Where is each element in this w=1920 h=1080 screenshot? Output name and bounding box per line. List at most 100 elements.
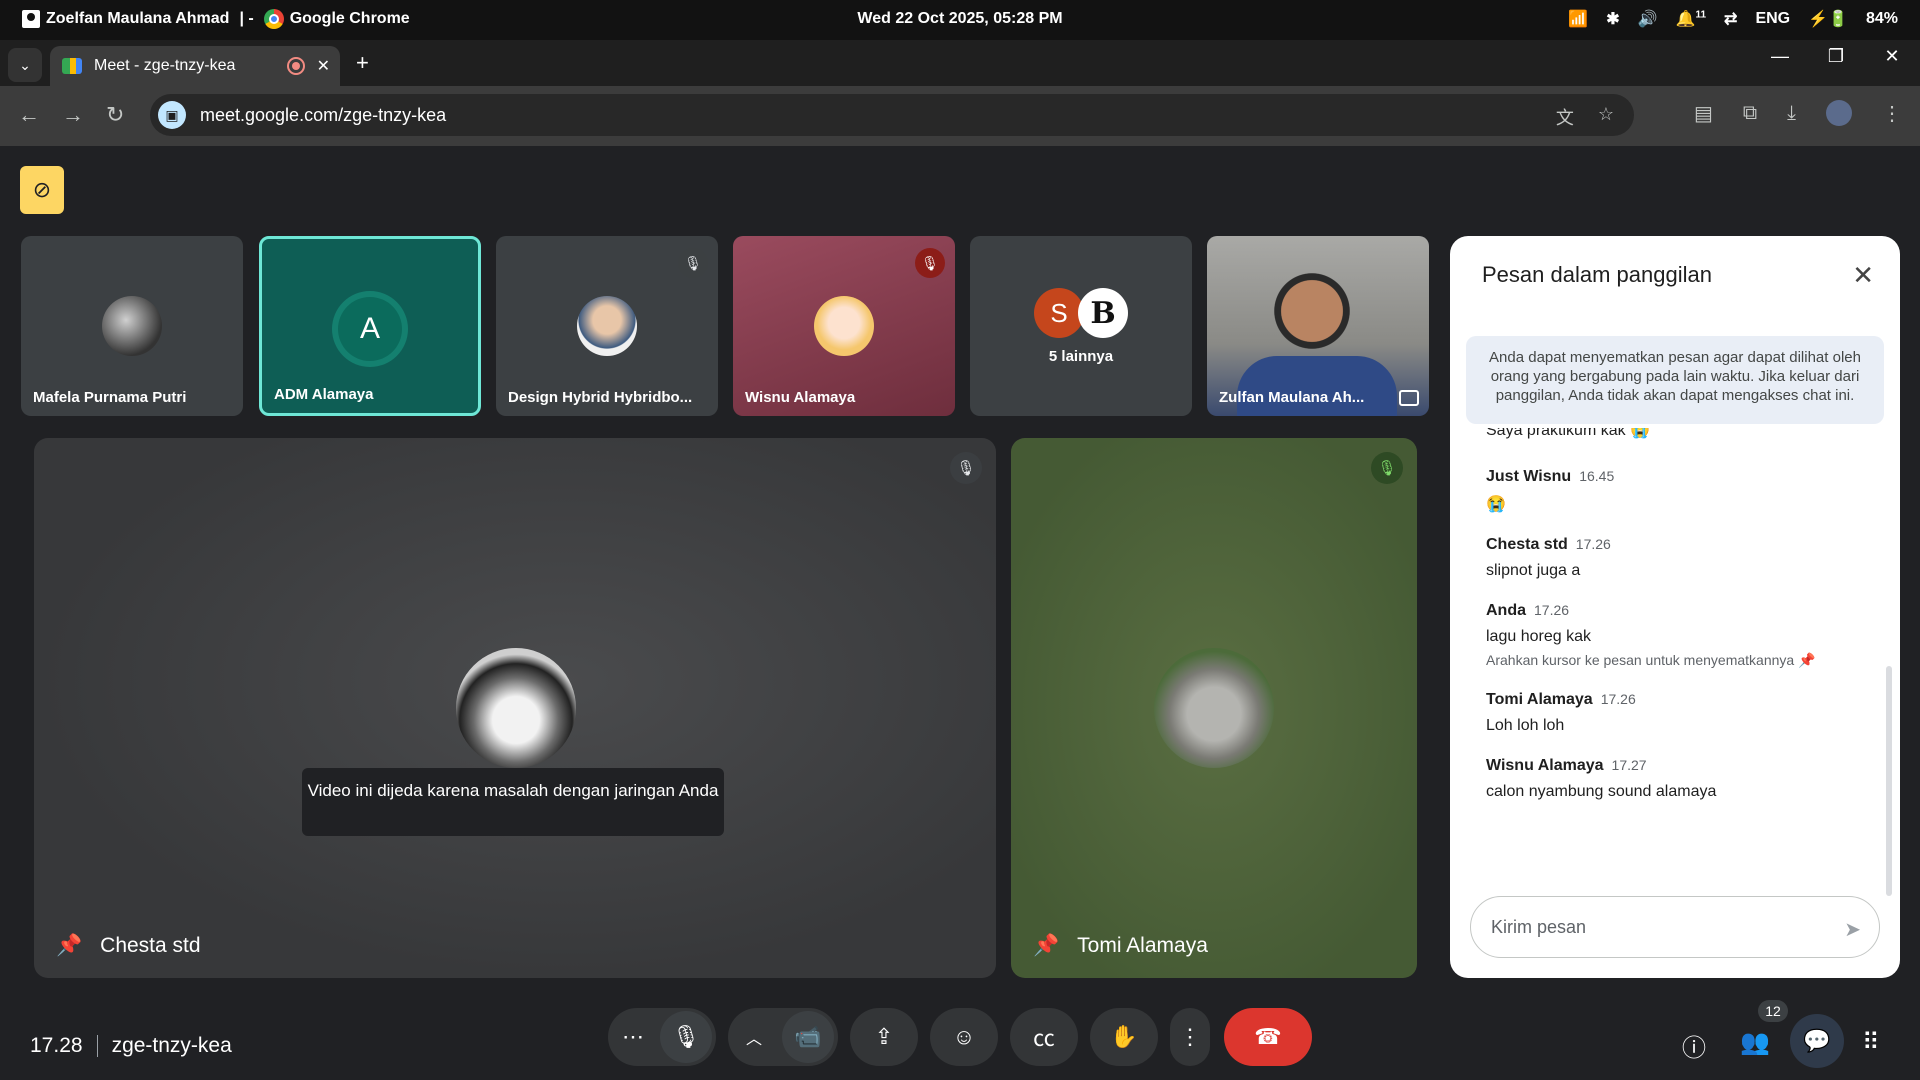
- present-screen-button[interactable]: ⇪: [850, 1008, 918, 1066]
- volume-icon[interactable]: 🔊: [1638, 9, 1658, 29]
- chat-message[interactable]: Just Wisnu 16.45 😭: [1486, 468, 1876, 514]
- participant-name: ADM Alamaya: [274, 386, 374, 403]
- meet-icon: [62, 58, 82, 74]
- chat-input[interactable]: Kirim pesan ➤: [1470, 896, 1880, 958]
- emoji-icon: ☺: [952, 1024, 976, 1049]
- message-text: calon nyambung sound alamaya: [1486, 783, 1717, 800]
- close-window-icon[interactable]: ✕: [1864, 46, 1920, 67]
- participant-tile[interactable]: 🎙 Wisnu Alamaya: [733, 236, 955, 416]
- picture-in-picture-icon[interactable]: [1399, 390, 1419, 406]
- participant-tile[interactable]: 🎙 Design Hybrid Hybridbo...: [496, 236, 718, 416]
- leave-call-button[interactable]: ☎: [1224, 1008, 1312, 1066]
- language-indicator[interactable]: ENG: [1755, 10, 1790, 28]
- main-participant-tile-right[interactable]: 🎙 📌 Tomi Alamaya: [1011, 438, 1417, 978]
- new-tab-button[interactable]: +: [356, 50, 369, 76]
- chat-button[interactable]: 💬: [1790, 1014, 1844, 1068]
- pin-icon[interactable]: 📌: [56, 934, 82, 958]
- minimize-icon[interactable]: —: [1752, 46, 1808, 67]
- tab-search-button[interactable]: ⌄: [8, 48, 42, 82]
- tab-bar: ⌄ Meet - zge-tnzy-kea ✕ + — ❐ ✕: [0, 40, 1920, 86]
- chat-message[interactable]: Chesta std 17.26 slipnot juga a: [1486, 536, 1876, 580]
- more-options-button[interactable]: ⋮: [1170, 1008, 1210, 1066]
- captions-button[interactable]: ㏄: [1010, 1008, 1078, 1066]
- more-vert-icon: ⋮: [1179, 1024, 1201, 1049]
- message-text: Loh loh loh: [1486, 717, 1565, 734]
- settings-toggle-icon[interactable]: ⇄: [1724, 9, 1737, 29]
- bluetooth-icon[interactable]: ✱: [1606, 9, 1619, 29]
- menu-icon[interactable]: ⋮: [1882, 101, 1902, 126]
- pin-icon[interactable]: 📌: [1033, 934, 1059, 958]
- participant-letter-avatar: A: [332, 291, 408, 367]
- captions-icon: ㏄: [1032, 1026, 1055, 1051]
- meeting-code: zge-tnzy-kea: [111, 1034, 232, 1057]
- site-info-icon[interactable]: ▣: [158, 101, 186, 129]
- notification-count: 11: [1695, 9, 1707, 21]
- chat-partial-message: Saya praktikum kak 😭: [1486, 428, 1650, 439]
- camera-button[interactable]: 📹: [782, 1011, 834, 1063]
- profile-avatar[interactable]: [1826, 100, 1852, 126]
- microphone-button[interactable]: 🎙: [660, 1011, 712, 1063]
- address-toolbar: ← → ↻ ▣ meet.google.com/zge-tnzy-kea 文 ☆…: [0, 86, 1920, 146]
- meeting-info-icon[interactable]: ⓘ: [1682, 1028, 1706, 1063]
- message-sender: Chesta std: [1486, 536, 1568, 553]
- translate-icon[interactable]: 文: [1556, 104, 1574, 130]
- close-tab-icon[interactable]: ✕: [317, 56, 330, 76]
- participant-tile[interactable]: Mafela Purnama Putri: [21, 236, 243, 416]
- chat-message[interactable]: Anda 17.26 lagu horeg kak Arahkan kursor …: [1486, 602, 1876, 669]
- chat-message[interactable]: Tomi Alamaya 17.26 Loh loh loh: [1486, 691, 1876, 735]
- battery-icon[interactable]: ⚡🔋: [1808, 9, 1848, 29]
- participant-label: 📌 Tomi Alamaya: [1033, 934, 1208, 958]
- chat-input-placeholder: Kirim pesan: [1491, 916, 1587, 937]
- wifi-icon[interactable]: 📶: [1568, 9, 1588, 29]
- mic-off-icon: 🎙: [950, 452, 982, 484]
- self-view-tile[interactable]: Zulfan Maulana Ah...: [1207, 236, 1429, 416]
- participant-tile-active[interactable]: A ADM Alamaya: [259, 236, 481, 416]
- participant-avatar: [814, 296, 874, 356]
- chevron-up-icon[interactable]: ︿: [746, 1025, 762, 1049]
- reactions-button[interactable]: ☺: [930, 1008, 998, 1066]
- self-video-face: [1272, 266, 1352, 366]
- people-icon[interactable]: 👥: [1740, 1028, 1770, 1057]
- chat-scrollbar[interactable]: [1886, 666, 1892, 896]
- microphone-icon: 🎙: [672, 1024, 700, 1049]
- mic-off-icon: 🎙: [678, 248, 708, 278]
- audio-settings-icon[interactable]: ⋯: [622, 1024, 644, 1050]
- extension-docs-icon[interactable]: ▤: [1694, 101, 1713, 126]
- os-window-title: Zoelfan Maulana Ahmad | - Google Chrome: [22, 9, 410, 29]
- main-participant-tile-left[interactable]: 🎙 Video ini dijeda karena masalah dengan…: [34, 438, 996, 978]
- activities-icon[interactable]: ⠿: [1862, 1028, 1880, 1057]
- download-icon[interactable]: ⤓: [1787, 102, 1796, 125]
- reload-icon[interactable]: ↻: [106, 102, 124, 128]
- bottom-control-bar: 17.28 zge-tnzy-kea ⋯ 🎙 ︿ 📹 ⇪ ☺ ㏄ ✋ ⋮ ☎ ⓘ…: [0, 992, 1920, 1080]
- meeting-time: 17.28: [30, 1034, 83, 1057]
- participant-avatar: [1154, 648, 1274, 768]
- notification-icon[interactable]: 🔔11: [1676, 9, 1707, 29]
- participant-name: Chesta std: [100, 934, 201, 957]
- close-icon[interactable]: ✕: [1852, 260, 1874, 291]
- video-off-warning-icon[interactable]: ⊘: [20, 166, 64, 214]
- chat-info-banner: Anda dapat menyematkan pesan agar dapat …: [1466, 336, 1884, 424]
- restore-icon[interactable]: ❐: [1808, 46, 1864, 67]
- forward-icon[interactable]: →: [62, 102, 84, 128]
- message-time: 17.26: [1575, 536, 1611, 552]
- participant-name: Zulfan Maulana Ah...: [1219, 389, 1365, 406]
- chat-message[interactable]: Wisnu Alamaya 17.27 calon nyambung sound …: [1486, 757, 1876, 801]
- back-icon[interactable]: ←: [18, 102, 40, 128]
- address-bar[interactable]: ▣ meet.google.com/zge-tnzy-kea 文 ☆: [150, 94, 1634, 136]
- more-participants-tile[interactable]: S B 5 lainnya: [970, 236, 1192, 416]
- message-sender: Tomi Alamaya: [1486, 691, 1593, 708]
- bookmark-star-icon[interactable]: ☆: [1598, 104, 1614, 130]
- camera-icon: 📹: [794, 1024, 822, 1049]
- url-text[interactable]: meet.google.com/zge-tnzy-kea: [200, 105, 446, 126]
- chat-icon: 💬: [1803, 1028, 1831, 1053]
- tab-meet[interactable]: Meet - zge-tnzy-kea ✕: [50, 46, 340, 86]
- participant-name: Mafela Purnama Putri: [33, 389, 187, 406]
- raise-hand-button[interactable]: ✋: [1090, 1008, 1158, 1066]
- meeting-details: 17.28 zge-tnzy-kea: [30, 1034, 232, 1058]
- os-app-name: Google Chrome: [289, 10, 410, 27]
- battery-percent: 84%: [1865, 10, 1898, 27]
- user-icon: [22, 10, 40, 28]
- chat-message-list[interactable]: Saya praktikum kak 😭 Just Wisnu 16.45 😭 C…: [1486, 428, 1876, 823]
- send-icon[interactable]: ➤: [1844, 917, 1861, 942]
- extensions-icon[interactable]: ⧉: [1743, 102, 1757, 125]
